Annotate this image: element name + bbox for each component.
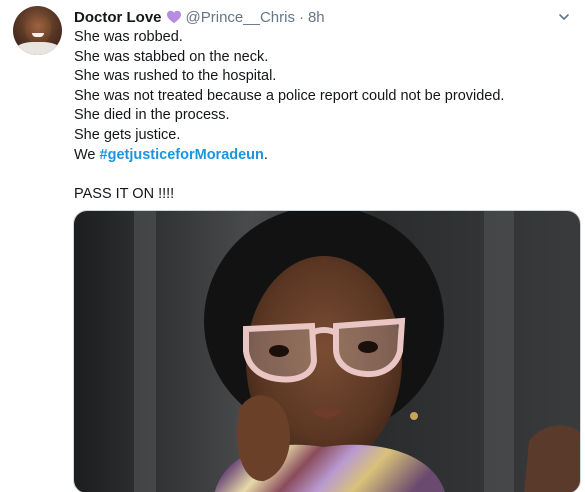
avatar-face [25, 14, 51, 44]
tweet-line: She was robbed. [74, 29, 183, 45]
tweet-timestamp[interactable]: 8h [308, 9, 325, 26]
author-handle[interactable]: @Prince__Chris [186, 9, 295, 26]
photo-illustration [74, 211, 580, 492]
tweet-line: She was rushed to the hospital. [74, 68, 277, 85]
tweet-closing: PASS IT ON !!!! [74, 185, 175, 202]
tweet-line-suffix: . [263, 146, 268, 163]
tweet-line: She was stabbed on the neck. [74, 48, 269, 65]
tweet-line: She was not treated because a police rep… [74, 87, 505, 104]
purple-heart-icon [166, 9, 182, 25]
chevron-down-icon[interactable] [557, 10, 571, 24]
avatar-shirt [15, 42, 61, 55]
separator-dot: · [298, 8, 304, 26]
tweet-header: Doctor Love @Prince__Chris · 8h [74, 7, 325, 27]
line-spacer [74, 165, 579, 185]
tweet-text: She was robbed. She was stabbed on the n… [74, 28, 579, 204]
tweet-line-hashtag: We #getjusticeforMoradeun. [74, 146, 579, 166]
tweet[interactable]: Doctor Love @Prince__Chris · 8h She was … [0, 0, 585, 492]
tweet-line-prefix: We [74, 146, 100, 163]
tweet-line: She died in the process. [74, 107, 230, 124]
author-display-name[interactable]: Doctor Love [74, 9, 162, 26]
avatar[interactable] [13, 6, 62, 55]
hashtag-link[interactable]: #getjusticeforMoradeun [100, 147, 264, 163]
tweet-line: She gets justice. [74, 126, 181, 143]
tweet-photo[interactable] [73, 210, 581, 492]
